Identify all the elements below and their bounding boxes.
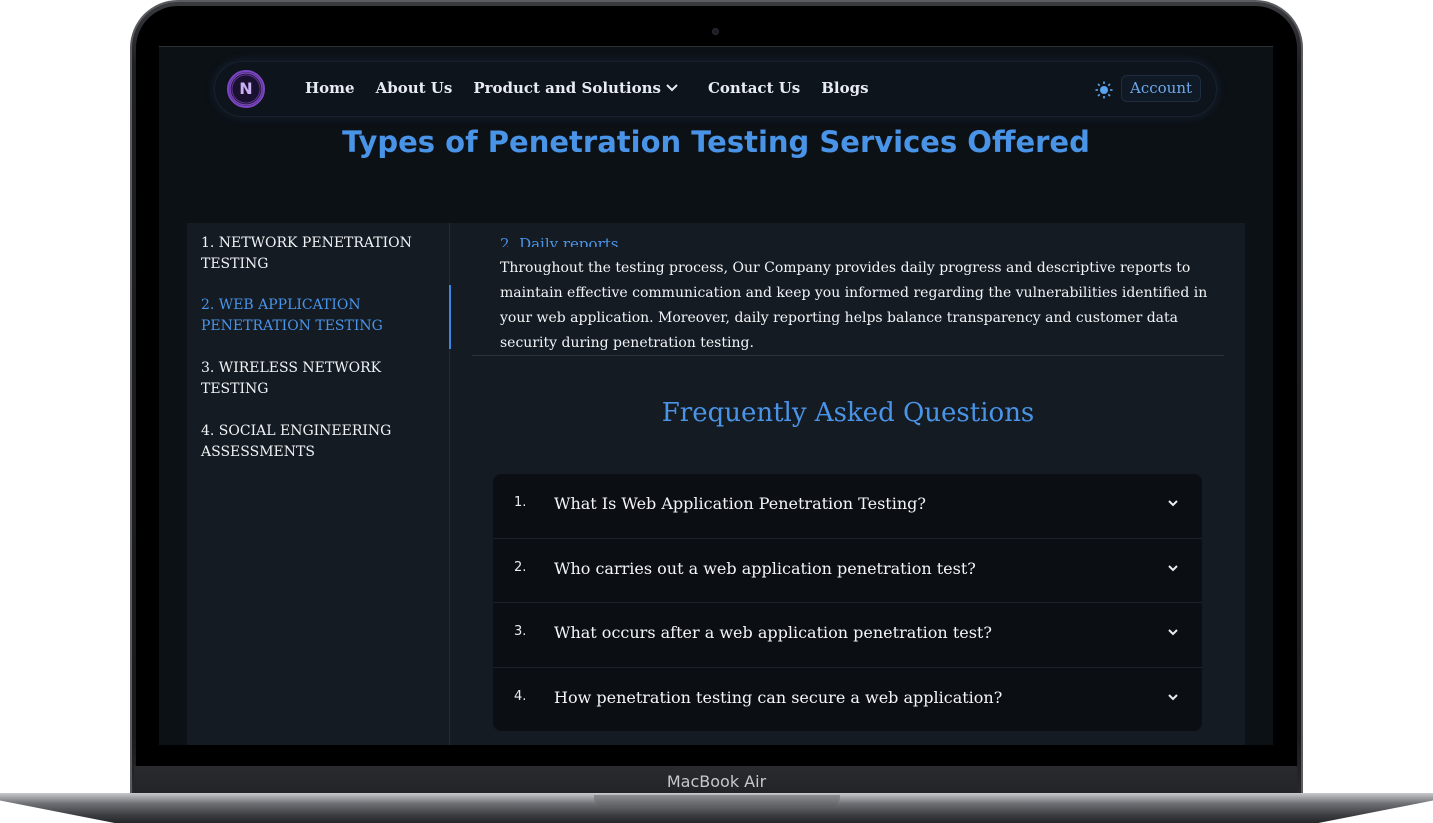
nav-link-blogs[interactable]: Blogs [821, 79, 868, 97]
faq-item[interactable]: 2. Who carries out a web application pen… [493, 539, 1202, 603]
chevron-down-icon[interactable] [1166, 625, 1180, 639]
faq-item[interactable]: 4. How penetration testing can secure a … [493, 668, 1202, 732]
faq-number: 2. [514, 559, 527, 575]
faq-title: Frequently Asked Questions [661, 398, 1035, 428]
account-button[interactable]: Account [1121, 75, 1202, 102]
active-indicator [449, 285, 451, 349]
chevron-down-icon[interactable] [1166, 561, 1180, 575]
chevron-down-icon[interactable] [1166, 496, 1180, 510]
chevron-down-icon[interactable] [1166, 690, 1180, 704]
chevron-down-icon [666, 84, 678, 92]
logo[interactable]: N [227, 70, 265, 108]
faq-accordion: 1. What Is Web Application Penetration T… [493, 474, 1202, 731]
faq-number: 4. [514, 688, 527, 704]
logo-letter: N [239, 79, 253, 98]
faq-question: What Is Web Application Penetration Test… [554, 494, 926, 513]
faq-number: 3. [514, 624, 527, 639]
browser-screen: N Home About Us Product and Solutions Co… [159, 46, 1273, 745]
report-heading: 2. Daily reports [500, 235, 619, 247]
nav-link-home[interactable]: Home [305, 79, 355, 97]
navbar: N Home About Us Product and Solutions Co… [214, 61, 1217, 117]
sidebar-item-wireless[interactable]: 3. WIRELESS NETWORK TESTING [201, 358, 431, 400]
services-sidebar: 1. NETWORK PENETRATION TESTING 2. WEB AP… [187, 223, 450, 745]
report-text: Throughout the testing process, Our Comp… [500, 260, 1208, 351]
nav-link-contact[interactable]: Contact Us [708, 79, 800, 97]
nav-links: Home About Us Product and Solutions Cont… [305, 79, 890, 97]
faq-number: 1. [514, 495, 527, 510]
sidebar-item-web-application[interactable]: 2. WEB APPLICATION PENETRATION TESTING [201, 295, 431, 337]
faq-question: What occurs after a web application pene… [554, 623, 992, 642]
divider [472, 355, 1224, 356]
device-label: MacBook Air [666, 772, 767, 791]
faq-question: How penetration testing can secure a web… [554, 687, 1003, 707]
sidebar-item-social-engineering[interactable]: 4. SOCIAL ENGINEERING ASSESSMENTS [201, 421, 431, 463]
faq-item[interactable]: 1. What Is Web Application Penetration T… [493, 474, 1202, 539]
sun-icon[interactable] [1095, 81, 1113, 99]
page-title: Types of Penetration Testing Services Of… [342, 125, 1090, 159]
services-panel: 1. NETWORK PENETRATION TESTING 2. WEB AP… [187, 223, 1245, 745]
nav-link-products[interactable]: Product and Solutions [473, 79, 678, 97]
sidebar-item-network[interactable]: 1. NETWORK PENETRATION TESTING [201, 233, 431, 275]
faq-question: Who carries out a web application penetr… [554, 558, 976, 578]
camera-icon [712, 28, 719, 35]
nav-link-about[interactable]: About Us [376, 79, 453, 97]
faq-item[interactable]: 3. What occurs after a web application p… [493, 603, 1202, 668]
laptop-notch [594, 795, 840, 807]
